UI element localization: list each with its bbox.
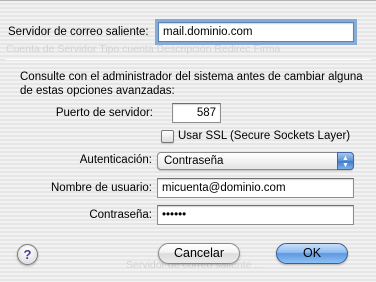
help-button[interactable]: ? <box>17 244 38 265</box>
separator <box>6 59 370 60</box>
password-label: Contraseña: <box>89 209 152 221</box>
outgoing-server-label: Servidor de correo saliente: <box>8 26 149 38</box>
background-ghost-text: Cuenta de Servidor Tipo cuenta Descripci… <box>6 43 281 55</box>
cancel-button-label: Cancelar <box>173 246 225 260</box>
ok-button[interactable]: OK <box>276 243 348 264</box>
cancel-button[interactable]: Cancelar <box>158 243 240 264</box>
password-field[interactable]: •••••• <box>157 205 354 225</box>
outgoing-server-field[interactable]: mail.dominio.com <box>155 19 357 45</box>
info-text-line2: de estas opciones avanzadas: <box>20 85 175 97</box>
ssl-checkbox[interactable] <box>161 130 174 143</box>
info-text-line1: Consulte con el administrador del sistem… <box>20 71 363 83</box>
username-label: Nombre de usuario: <box>51 182 152 194</box>
up-down-arrows-icon: ▲ ▼ <box>337 152 354 170</box>
auth-label: Autenticación: <box>79 154 152 166</box>
port-field[interactable]: 587 <box>172 103 221 123</box>
help-icon: ? <box>23 247 32 262</box>
username-field[interactable]: micuenta@dominio.com <box>157 178 354 198</box>
password-value: •••••• <box>162 209 187 221</box>
ok-button-label: OK <box>302 246 322 260</box>
port-value: 587 <box>196 107 216 119</box>
settings-sheet: Cuenta de Servidor Tipo cuenta Descripci… <box>0 0 376 282</box>
auth-selected-value: Contraseña <box>164 155 224 167</box>
username-value: micuenta@dominio.com <box>162 182 286 194</box>
ssl-label[interactable]: Usar SSL (Secure Sockets Layer) <box>178 130 350 142</box>
auth-popup[interactable]: Contraseña ▲ ▼ <box>157 152 354 170</box>
port-label: Puerto de servidor: <box>55 107 153 119</box>
outgoing-server-value: mail.dominio.com <box>163 26 253 38</box>
